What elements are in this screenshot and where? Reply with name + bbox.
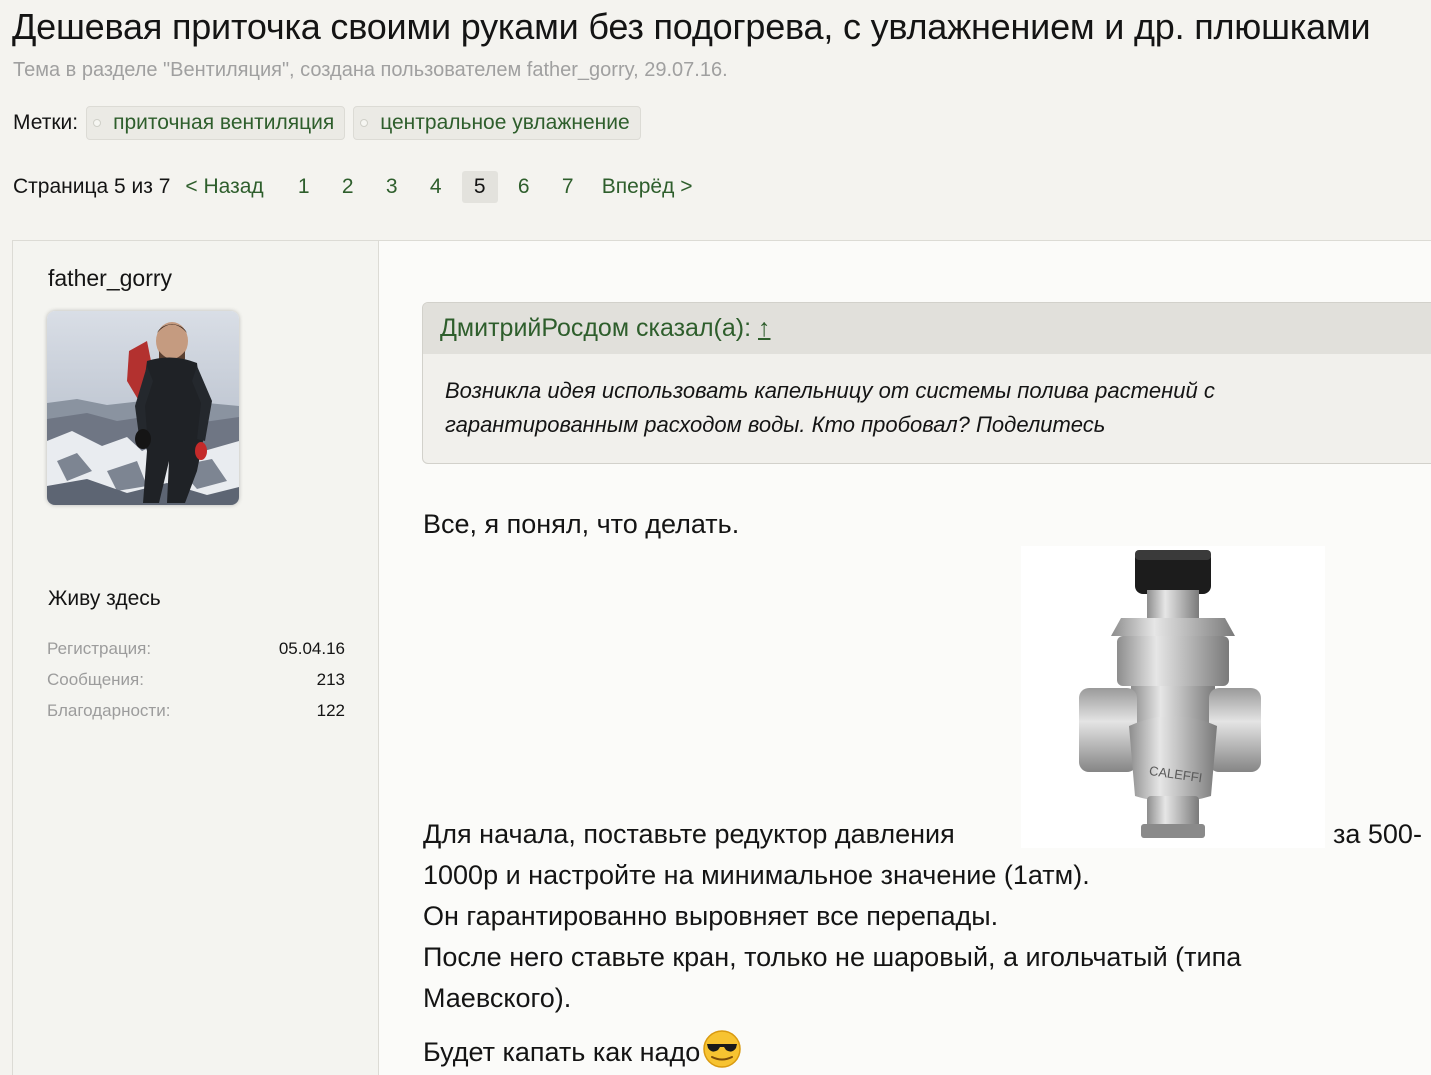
message-line: 1000р и настройте на минимальное значени…: [423, 860, 1090, 890]
next-page-link[interactable]: Вперёд >: [602, 175, 693, 199]
tag-label: центральное увлажнение: [380, 111, 630, 134]
page-link-6[interactable]: 6: [506, 171, 542, 203]
cool-sunglasses-emoji-icon: [703, 1030, 742, 1068]
page-title: Дешевая приточка своими руками без подог…: [12, 6, 1371, 47]
stat-label: Благодарности:: [47, 701, 171, 720]
stat-value[interactable]: 213: [317, 664, 345, 695]
quote-line: Возникла идея использовать капельницу от…: [445, 378, 1215, 403]
username-link[interactable]: father_gorry: [48, 265, 172, 292]
tag-label: приточная вентиляция: [113, 111, 335, 134]
forum-post: father_gorry Живу здесь Регистрация: 05.…: [12, 240, 1431, 1075]
thread-meta: Тема в разделе "Вентиляция", создана пол…: [13, 59, 728, 81]
user-stats: Регистрация: 05.04.16 Сообщения: 213 Бла…: [47, 633, 345, 726]
pressure-reducer-picture: CALEFFI: [1021, 546, 1325, 848]
quote-line: гарантированным расходом воды. Кто пробо…: [445, 412, 1106, 437]
quote-author: ДмитрийРосдом сказал(а):: [440, 314, 752, 342]
stat-registration: Регистрация: 05.04.16: [47, 633, 345, 664]
stat-thanks: Благодарности: 122: [47, 695, 345, 726]
user-info-panel: father_gorry Живу здесь Регистрация: 05.…: [13, 241, 379, 1075]
message-line: за 500-: [1333, 819, 1422, 849]
message-line: Он гарантированно выровняет все перепады…: [423, 901, 999, 931]
quote-block: ДмитрийРосдом сказал(а): ↑ Возникла идея…: [422, 302, 1431, 464]
tag-dot-icon: [360, 119, 369, 127]
tags-label: Метки:: [13, 111, 79, 134]
page-link-7[interactable]: 7: [550, 171, 586, 203]
tag-central-humidification[interactable]: центральное увлажнение: [353, 106, 641, 140]
quote-header: ДмитрийРосдом сказал(а): ↑: [423, 303, 1431, 354]
pressure-reducer-image[interactable]: CALEFFI: [1021, 546, 1325, 848]
page-link-1[interactable]: 1: [286, 171, 322, 203]
page-info: Страница 5 из 7: [13, 175, 171, 198]
avatar-photo: [47, 311, 239, 505]
quote-text: Возникла идея использовать капельницу от…: [423, 354, 1431, 442]
page-link-4[interactable]: 4: [418, 171, 454, 203]
message-last-line: Будет капать как надо: [423, 1029, 742, 1069]
tags-row: Метки: приточная вентиляция центральное …: [13, 105, 649, 141]
message-line: Маевского).: [423, 983, 572, 1013]
message-line: Для начала, поставьте редуктор давления: [423, 819, 955, 849]
stat-messages: Сообщения: 213: [47, 664, 345, 695]
page-link-2[interactable]: 2: [330, 171, 366, 203]
message-line: Будет капать как надо: [423, 1037, 701, 1067]
stat-label: Регистрация:: [47, 639, 152, 658]
page-link-3[interactable]: 3: [374, 171, 410, 203]
user-title: Живу здесь: [48, 587, 161, 610]
prev-page-link[interactable]: < Назад: [185, 175, 263, 199]
tag-supply-ventilation[interactable]: приточная вентиляция: [86, 106, 346, 140]
message-line: После него ставьте кран, только не шаров…: [423, 942, 1242, 972]
message-line: Все, я понял, что делать.: [423, 509, 740, 539]
user-avatar[interactable]: [47, 311, 239, 505]
tag-dot-icon: [93, 119, 102, 127]
stat-value: 05.04.16: [278, 639, 345, 658]
page-link-5-current[interactable]: 5: [461, 171, 498, 203]
stat-label: Сообщения:: [47, 670, 144, 689]
pagination: Страница 5 из 7 < Назад 1 2 3 4 5 6 7 Вп…: [13, 170, 692, 204]
stat-value: 122: [316, 701, 345, 720]
quote-jump-arrow-icon[interactable]: ↑: [758, 314, 771, 342]
